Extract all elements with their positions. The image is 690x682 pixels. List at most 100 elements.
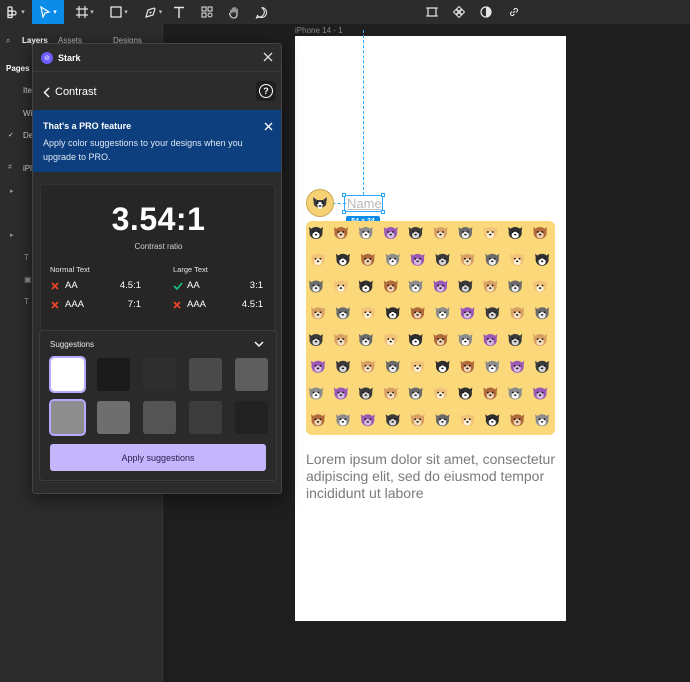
close-icon[interactable]: [261, 50, 275, 64]
dog-face-icon: [508, 334, 523, 346]
dog-face-icon: [309, 387, 323, 400]
dog-face-icon: [358, 387, 373, 400]
suggestions-title: Suggestions: [50, 340, 95, 349]
dog-face-icon: [383, 334, 398, 346]
frame-tool-icon[interactable]: ▾: [70, 0, 100, 24]
search-icon[interactable]: ⌕: [6, 36, 10, 46]
dog-face-icon: [410, 414, 425, 427]
main-menu-icon[interactable]: ▾: [0, 0, 30, 24]
pages-heading: Pages: [6, 64, 30, 73]
move-tool-icon[interactable]: ▾: [32, 0, 64, 24]
dog-face-icon: [311, 360, 325, 373]
name-text-selection[interactable]: Name: [342, 193, 385, 214]
fail-icon: [51, 299, 61, 311]
nav-row: Contrast ?: [33, 77, 281, 107]
dog-face-icon: [309, 334, 323, 346]
expand-icon[interactable]: ▸: [10, 231, 14, 239]
pen-tool-icon[interactable]: ▾: [138, 0, 168, 24]
dog-face-icon: [483, 387, 498, 400]
dog-face-icon: [485, 414, 500, 427]
name-text[interactable]: Name: [347, 196, 382, 211]
dog-face-icon: [360, 360, 375, 373]
image-layer-icon: ▣: [24, 275, 32, 284]
comment-tool-icon[interactable]: [252, 0, 270, 24]
required-ratio: 3:1: [249, 280, 263, 291]
normal-text-heading: Normal Text: [50, 265, 90, 274]
link-icon[interactable]: [505, 0, 523, 24]
crop-icon[interactable]: [423, 0, 441, 24]
pro-feature-banner: That's a PRO feature Apply color suggest…: [33, 110, 281, 172]
dog-face-icon: [333, 387, 348, 400]
large-text-heading: Large Text: [173, 265, 208, 274]
color-swatch[interactable]: [97, 358, 130, 391]
dog-face-icon: [335, 360, 350, 373]
dog-face-icon: [410, 307, 425, 320]
dog-face-icon: [410, 253, 425, 266]
color-swatch[interactable]: [235, 358, 268, 391]
dog-face-icon: [311, 307, 325, 320]
dog-avatar-icon: [313, 197, 327, 209]
hand-tool-icon[interactable]: [225, 0, 243, 24]
help-icon[interactable]: ?: [256, 81, 276, 101]
dog-face-icon: [309, 227, 323, 239]
close-icon[interactable]: [262, 120, 274, 132]
lorem-text[interactable]: Lorem ipsum dolor sit amet, consectetur …: [306, 451, 556, 502]
color-swatch[interactable]: [97, 401, 130, 434]
dog-face-icon: [485, 307, 500, 320]
dog-face-icon: [458, 227, 473, 239]
level-label: AA: [65, 280, 78, 291]
dog-face-icon: [335, 307, 350, 320]
dog-face-icon: [535, 414, 550, 427]
dog-face-icon: [460, 414, 475, 427]
resize-handle[interactable]: [342, 193, 346, 197]
dog-face-icon: [383, 227, 398, 239]
dog-face-icon: [460, 360, 475, 373]
color-swatch[interactable]: [189, 401, 222, 434]
dog-face-icon: [383, 280, 398, 293]
dog-face-icon: [433, 387, 448, 400]
color-swatch[interactable]: [189, 358, 222, 391]
contrast-icon[interactable]: [477, 0, 495, 24]
dog-face-icon: [333, 280, 348, 293]
dog-face-icon: [385, 360, 400, 373]
color-swatch[interactable]: [49, 399, 86, 436]
color-swatch[interactable]: [143, 401, 176, 434]
required-ratio: 4.5:1: [241, 299, 263, 310]
dog-face-icon: [533, 227, 548, 239]
dog-pattern-icons: [309, 227, 550, 427]
expand-icon[interactable]: ▸: [10, 187, 14, 195]
pass-icon: [173, 280, 183, 292]
avatar[interactable]: [306, 189, 334, 217]
page-item[interactable]: Wi: [23, 109, 32, 118]
required-ratio: 7:1: [127, 299, 141, 310]
required-ratio: 4.5:1: [119, 280, 141, 291]
component-icon[interactable]: [450, 0, 468, 24]
dog-face-icon: [435, 414, 450, 427]
dog-face-icon: [508, 280, 523, 293]
large-aa-row: AA 3:1: [173, 280, 263, 292]
dog-pattern-image[interactable]: [306, 221, 555, 435]
dog-face-icon: [360, 414, 375, 427]
dog-face-icon: [433, 334, 448, 346]
color-swatch[interactable]: [143, 358, 176, 391]
shape-tool-icon[interactable]: ▾: [104, 0, 134, 24]
stark-logo-icon: ⊘: [41, 52, 53, 64]
text-tool-icon[interactable]: [170, 0, 188, 24]
layer-item-frame[interactable]: iPl: [23, 164, 32, 173]
resize-handle[interactable]: [342, 210, 346, 214]
page-item[interactable]: Ite: [23, 86, 32, 95]
color-swatch[interactable]: [235, 401, 268, 434]
dog-face-icon: [358, 334, 373, 346]
chevron-down-icon[interactable]: [252, 337, 266, 351]
plugin-title: Stark: [58, 53, 81, 63]
color-swatch[interactable]: [49, 356, 86, 393]
normal-aaa-row: AAA 7:1: [51, 299, 141, 311]
apply-suggestions-button[interactable]: Apply suggestions: [50, 444, 266, 471]
back-icon[interactable]: [41, 85, 51, 99]
dog-face-icon: [510, 307, 525, 320]
frame-label[interactable]: iPhone 14 - 1: [295, 26, 343, 35]
dog-face-icon: [311, 253, 325, 266]
dog-face-icon: [333, 334, 348, 346]
dog-face-icon: [535, 360, 550, 373]
component-tool-icon[interactable]: [198, 0, 216, 24]
